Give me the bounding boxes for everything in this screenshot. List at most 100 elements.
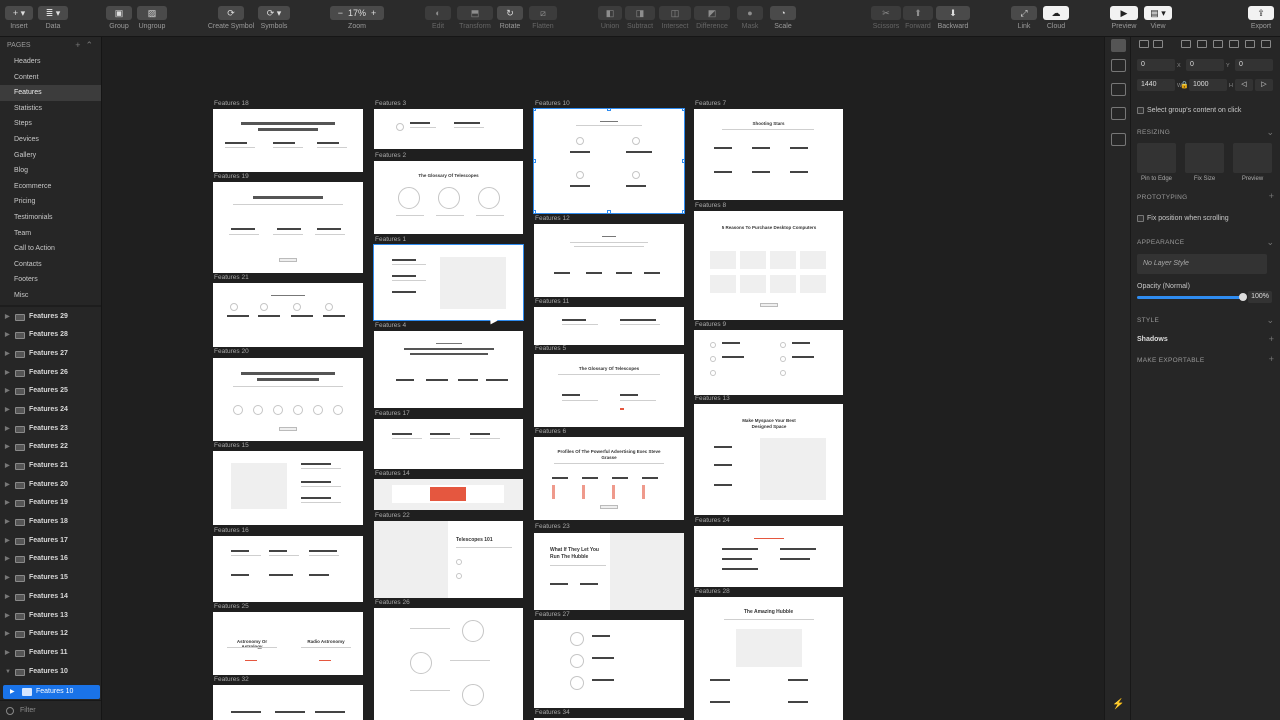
artboard-title[interactable]: Features 22	[375, 512, 410, 519]
scissors-button[interactable]: ✂ Scissors	[871, 6, 901, 34]
difference-button[interactable]: ◩ Difference	[694, 6, 730, 34]
align-right-icon[interactable]	[1213, 40, 1223, 48]
artboard-features-25[interactable]: Astronomy Or Astrology Radio Astronomy	[213, 612, 363, 675]
layer-item[interactable]: ▶ Features 11	[0, 644, 101, 663]
prototyping-add-icon[interactable]: +	[1269, 191, 1274, 201]
artboard-title[interactable]: Features 1	[375, 236, 406, 243]
y-field[interactable]: 0	[1186, 59, 1224, 71]
artboard-features-8[interactable]: 5 Reasons To Purchase Desktop Computers	[694, 211, 843, 320]
data-button[interactable]: ≣ ▾ Data	[38, 6, 68, 34]
artboard-features-4[interactable]	[374, 331, 523, 408]
ungroup-button[interactable]: ▨ Ungroup	[137, 6, 167, 34]
artboard-title[interactable]: Features 15	[214, 442, 249, 449]
disclosure-icon[interactable]: ▶	[5, 438, 10, 457]
width-field[interactable]: 1440	[1137, 79, 1175, 91]
artboard-title[interactable]: Features 9	[695, 321, 726, 328]
artboard-features-7[interactable]: Shooting Stars	[694, 109, 843, 200]
link-button[interactable]: ⤢ Link	[1011, 6, 1037, 34]
page-item-call-to-action[interactable]: Call to Action	[0, 241, 101, 257]
layer-item[interactable]: ▶ Features 16	[0, 550, 101, 569]
layer-style-select[interactable]: No Layer Style	[1137, 254, 1267, 274]
artboard-title[interactable]: Features 3	[375, 100, 406, 107]
disclosure-icon[interactable]: ▶	[5, 550, 10, 569]
artboard-features-32[interactable]	[213, 685, 363, 720]
disclosure-icon[interactable]: ▶	[5, 345, 10, 364]
page-item-testimonials[interactable]: Testimonials	[0, 210, 101, 226]
layer-item[interactable]: ▶ Features 29	[0, 308, 101, 327]
align-middle-icon[interactable]	[1245, 40, 1255, 48]
artboard-title[interactable]: Features 10	[535, 100, 570, 107]
disclosure-icon[interactable]: ▶	[5, 457, 10, 476]
layer-item[interactable]: ▶ Features 17	[0, 532, 101, 551]
artboard-features-1[interactable]	[373, 244, 524, 321]
layer-item[interactable]: ▶ Features 24	[0, 401, 101, 420]
artboard-title[interactable]: Features 5	[535, 345, 566, 352]
distribute-vertical-icon[interactable]	[1153, 40, 1163, 48]
layer-item[interactable]: ▶ Features 25	[0, 382, 101, 401]
layer-item[interactable]: ▶ Features 22	[0, 438, 101, 457]
artboard-features-26[interactable]	[374, 608, 523, 720]
artboard-title[interactable]: Features 7	[695, 100, 726, 107]
appearance-collapse-icon[interactable]: ⌄	[1266, 237, 1274, 248]
prototype-tab-icon[interactable]	[1111, 107, 1126, 120]
artboard-features-15[interactable]	[213, 451, 363, 525]
artboard-title[interactable]: Features 20	[214, 348, 249, 355]
distribute-horizontal-icon[interactable]	[1139, 40, 1149, 48]
rotate-button[interactable]: ↻ Rotate	[497, 6, 523, 34]
page-item-ecommerce[interactable]: Ecommerce	[0, 179, 101, 195]
disclosure-icon[interactable]: ▶	[5, 494, 10, 513]
fix-position-checkbox[interactable]	[1137, 215, 1144, 222]
disclosure-icon[interactable]: ▶	[5, 326, 10, 345]
align-top-icon[interactable]	[1229, 40, 1239, 48]
page-item-team[interactable]: Team	[0, 226, 101, 242]
artboard-title[interactable]: Features 23	[535, 523, 570, 530]
disclosure-icon[interactable]: ▶	[5, 644, 10, 663]
artboard-title[interactable]: Features 26	[375, 599, 410, 606]
artboard-features-9[interactable]	[694, 330, 843, 395]
zoom-control[interactable]: − 17% + Zoom	[330, 6, 384, 34]
artboard-features-2[interactable]: The Glossary Of Telescopes	[374, 161, 523, 234]
artboard-features-11[interactable]	[534, 307, 684, 345]
add-export-icon[interactable]: +	[1269, 354, 1274, 364]
layer-item[interactable]: ▶ Features 12	[0, 625, 101, 644]
artboard-title[interactable]: Features 19	[214, 173, 249, 180]
layer-item[interactable]: ▶ Features 28	[0, 326, 101, 345]
disclosure-icon[interactable]: ▶	[5, 364, 10, 383]
zoom-out-icon[interactable]: −	[338, 8, 343, 18]
mask-button[interactable]: ● Mask	[737, 6, 763, 34]
page-item-misc[interactable]: Misc	[0, 288, 101, 304]
preview-button[interactable]: ▶ Preview	[1110, 6, 1138, 34]
disclosure-icon[interactable]: ▶	[5, 308, 10, 327]
layer-item[interactable]: ▶ Features 27	[0, 345, 101, 364]
disclosure-icon[interactable]: ▶	[5, 513, 10, 532]
disclosure-icon[interactable]: ▶	[5, 588, 10, 607]
subtract-button[interactable]: ◨ Subtract	[625, 6, 655, 34]
artboard-title[interactable]: Features 16	[214, 527, 249, 534]
transform-button[interactable]: ⬒ Transform	[457, 6, 493, 34]
artboard-features-28[interactable]: The Amazing Hubble	[694, 597, 843, 720]
zoom-stepper[interactable]: − 17% +	[330, 6, 384, 20]
layer-item[interactable]: ▶ Features 21	[0, 457, 101, 476]
style-tab-icon[interactable]	[1111, 83, 1126, 96]
flip-horizontal-icon[interactable]: ◁	[1235, 79, 1253, 91]
export-tab-icon[interactable]	[1111, 133, 1126, 146]
add-page-icon[interactable]: + ⌃	[75, 40, 93, 51]
align-center-icon[interactable]	[1197, 40, 1207, 48]
add-shadow-icon[interactable]: +	[1269, 334, 1274, 344]
view-button[interactable]: ▤ ▾ View	[1144, 6, 1172, 34]
page-item-blog[interactable]: Blog	[0, 163, 101, 179]
page-item-contacts[interactable]: Contacts	[0, 257, 101, 273]
rotation-field[interactable]: 0	[1235, 59, 1273, 71]
disclosure-icon[interactable]: ▶	[5, 382, 10, 401]
sidebar-divider[interactable]	[0, 304, 101, 307]
align-left-icon[interactable]	[1181, 40, 1191, 48]
artboard-title[interactable]: Features 24	[695, 517, 730, 524]
layer-item[interactable]: ▶ Features 20	[0, 476, 101, 495]
artboard-features-27[interactable]	[534, 620, 684, 708]
fix-size-control[interactable]	[1185, 143, 1224, 173]
artboard-features-17[interactable]	[374, 419, 523, 469]
artboard-features-18[interactable]	[213, 109, 363, 172]
page-item-statistics[interactable]: Statistics	[0, 101, 101, 117]
artboard-title[interactable]: Features 21	[214, 274, 249, 281]
disclosure-icon[interactable]: ▶	[10, 685, 15, 699]
